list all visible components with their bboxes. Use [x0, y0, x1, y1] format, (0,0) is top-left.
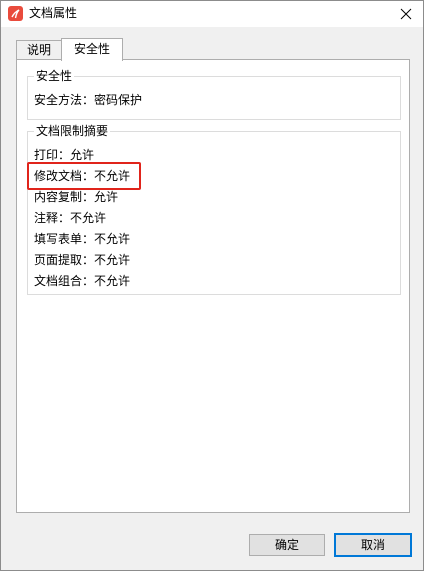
close-icon — [400, 8, 412, 20]
document-properties-dialog: 文档属性 说明 安全性 安全性 安全方法：密码保护 文档限制摘要 打印：允许 修… — [0, 0, 424, 571]
close-button[interactable] — [389, 1, 423, 27]
restriction-row-form-fill: 填写表单：不允许 — [34, 232, 131, 246]
security-group: 安全性 安全方法：密码保护 — [27, 68, 401, 120]
restriction-row-assembly: 文档组合：不允许 — [34, 274, 131, 288]
restrictions-group-title: 文档限制摘要 — [34, 123, 111, 139]
restrictions-group: 文档限制摘要 打印：允许 修改文档：不允许 内容复制：允许 注释：不允许 填写表… — [27, 123, 401, 295]
window-title: 文档属性 — [29, 6, 78, 20]
restriction-row-page-extract: 页面提取：不允许 — [34, 253, 131, 267]
title-bar: 文档属性 — [1, 1, 423, 27]
restriction-row-print: 打印：允许 — [34, 148, 95, 162]
highlight-box — [27, 162, 141, 190]
app-pdf-icon — [8, 6, 23, 21]
security-tab-panel: 安全性 安全方法：密码保护 文档限制摘要 打印：允许 修改文档：不允许 内容复制… — [16, 59, 410, 513]
security-group-title: 安全性 — [34, 68, 75, 84]
ok-button[interactable]: 确定 — [249, 534, 325, 556]
restriction-row-comment: 注释：不允许 — [34, 211, 107, 225]
tab-description[interactable]: 说明 — [16, 40, 62, 59]
security-method-row: 安全方法：密码保护 — [34, 93, 143, 107]
tab-security[interactable]: 安全性 — [61, 38, 123, 61]
restriction-row-copy: 内容复制：允许 — [34, 190, 119, 204]
cancel-button[interactable]: 取消 — [334, 533, 412, 557]
